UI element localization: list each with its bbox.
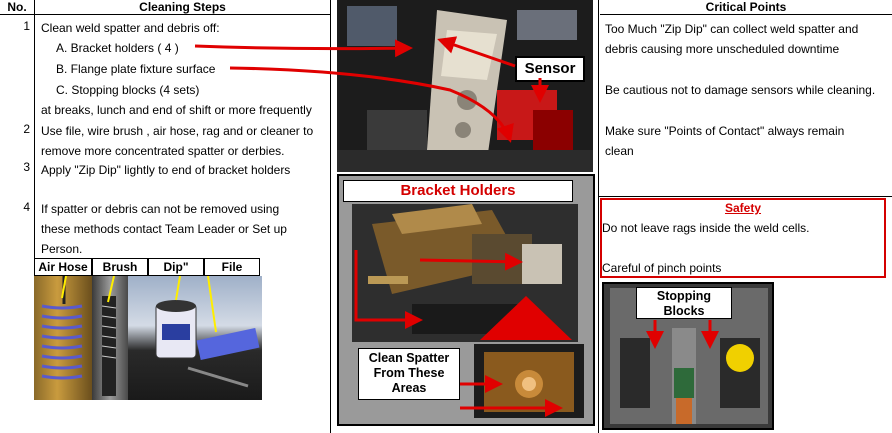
arrow-bracket-2 (419, 252, 523, 271)
arrow-flange-plate (229, 66, 514, 143)
annotation-arrows (194, 36, 719, 417)
arrow-bracket-1 (354, 250, 423, 329)
arrow-bracket-holders (194, 39, 413, 58)
arrow-sensor-1 (437, 36, 516, 68)
